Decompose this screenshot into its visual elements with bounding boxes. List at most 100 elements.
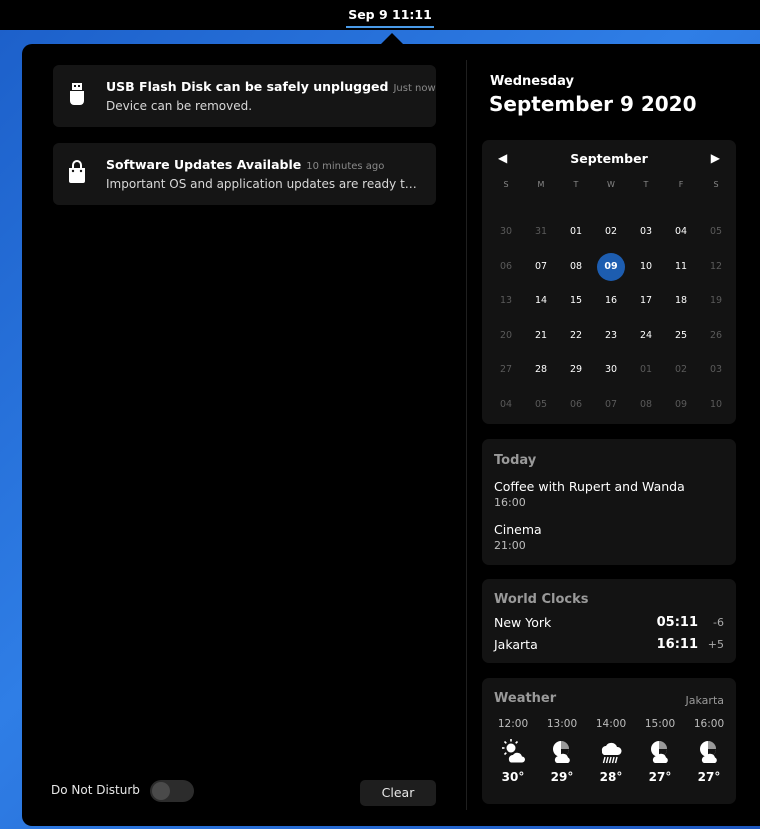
notification-time: 10 minutes ago xyxy=(306,161,385,172)
calendar-day[interactable]: 08 xyxy=(559,253,593,281)
partly-cloudy-icon xyxy=(651,741,668,763)
calendar-day[interactable]: 09 xyxy=(594,252,628,281)
calendar-day[interactable]: 22 xyxy=(559,322,593,350)
events-title: Today xyxy=(494,453,537,468)
calendar-day[interactable]: 13 xyxy=(489,287,523,315)
calendar-day[interactable]: 19 xyxy=(699,287,733,315)
forecast-temperature: 27° xyxy=(697,770,721,784)
partly-cloudy-icon xyxy=(553,741,570,763)
world-clocks-title: World Clocks xyxy=(494,592,589,607)
partly-cloudy-icon xyxy=(700,741,717,763)
calendar-day[interactable]: 03 xyxy=(629,218,663,246)
weekday-header: F xyxy=(678,180,684,189)
calendar-day[interactable]: 05 xyxy=(524,391,558,419)
calendar-day[interactable]: 28 xyxy=(524,356,558,384)
forecast-hour: 14:00 xyxy=(595,718,627,730)
weekday-header: W xyxy=(607,180,615,189)
weekday-header: T xyxy=(643,180,649,189)
calendar-day[interactable]: 05 xyxy=(699,218,733,246)
weather-card[interactable]: Weather Jakarta 12:00 30° 13:00 29° 14:00 28°… xyxy=(482,678,736,804)
calendar-day[interactable]: 10 xyxy=(699,391,733,419)
notification-time: Just now xyxy=(393,83,436,94)
clear-button[interactable]: Clear xyxy=(360,780,436,806)
top-bar: Sep 9 11:11 xyxy=(0,0,760,30)
next-month-icon[interactable]: ▶ xyxy=(711,151,720,165)
prev-month-icon[interactable]: ◀ xyxy=(498,151,507,165)
forecast-temperature: 29° xyxy=(550,770,574,784)
calendar-day[interactable]: 30 xyxy=(594,356,628,384)
calendar-day[interactable]: 01 xyxy=(629,356,663,384)
weekday-header: S xyxy=(503,180,509,189)
calendar-day[interactable]: 26 xyxy=(699,322,733,350)
forecast-temperature: 30° xyxy=(501,770,525,784)
forecast-temperature: 27° xyxy=(648,770,672,784)
notification-updates[interactable]: Software Updates Available 10 minutes ago… xyxy=(53,143,436,205)
calendar-month-label: September xyxy=(570,151,648,166)
calendar-day[interactable]: 02 xyxy=(594,218,628,246)
usb-drive-icon xyxy=(70,83,84,105)
calendar-day[interactable]: 24 xyxy=(629,322,663,350)
calendar-day[interactable]: 03 xyxy=(699,356,733,384)
world-clock-city: Jakarta xyxy=(494,637,538,652)
popover-arrow xyxy=(381,33,403,44)
calendar-day[interactable]: 07 xyxy=(594,391,628,419)
calendar-day[interactable]: 11 xyxy=(664,253,698,281)
forecast-hour: 15:00 xyxy=(644,718,676,730)
forecast-hour: 13:00 xyxy=(546,718,578,730)
calendar-day[interactable]: 04 xyxy=(489,391,523,419)
weather-forecast-item: 14:00 28° xyxy=(588,718,634,784)
event-time: 21:00 xyxy=(494,539,526,552)
world-clock-offset: -6 xyxy=(713,616,724,629)
calendar-day[interactable]: 30 xyxy=(489,218,523,246)
calendar-day[interactable]: 01 xyxy=(559,218,593,246)
calendar-day[interactable]: 17 xyxy=(629,287,663,315)
notification-title: Software Updates Available 10 minutes ago xyxy=(106,157,385,172)
calendar-day[interactable]: 06 xyxy=(489,253,523,281)
do-not-disturb-toggle[interactable] xyxy=(150,780,194,802)
event-title: Cinema xyxy=(494,522,542,537)
calendar-day[interactable]: 07 xyxy=(524,253,558,281)
calendar-day[interactable]: 08 xyxy=(629,391,663,419)
do-not-disturb-label: Do Not Disturb xyxy=(51,783,140,797)
calendar-card: September ◀ ▶ S M T W T F S 30 31 01 02 03 04 05 06 07 0… xyxy=(482,140,736,424)
calendar-day[interactable]: 16 xyxy=(594,287,628,315)
calendar-day[interactable]: 04 xyxy=(664,218,698,246)
calendar-day[interactable]: 14 xyxy=(524,287,558,315)
calendar-day[interactable]: 18 xyxy=(664,287,698,315)
full-date-label: September 9 2020 xyxy=(489,92,697,116)
weekday-label: Wednesday xyxy=(490,74,574,89)
shopping-bag-icon xyxy=(69,160,85,183)
forecast-hour: 16:00 xyxy=(693,718,725,730)
calendar-day[interactable]: 31 xyxy=(524,218,558,246)
world-clock-city: New York xyxy=(494,615,552,630)
event-time: 16:00 xyxy=(494,496,526,509)
calendar-day[interactable]: 25 xyxy=(664,322,698,350)
weekday-header: S xyxy=(713,180,719,189)
weekday-header: T xyxy=(573,180,579,189)
toggle-knob xyxy=(152,782,170,800)
event-title: Coffee with Rupert and Wanda xyxy=(494,479,685,494)
calendar-day[interactable]: 20 xyxy=(489,322,523,350)
calendar-day[interactable]: 10 xyxy=(629,253,663,281)
calendar-day[interactable]: 23 xyxy=(594,322,628,350)
calendar-day[interactable]: 29 xyxy=(559,356,593,384)
calendar-day[interactable]: 06 xyxy=(559,391,593,419)
weather-title: Weather xyxy=(494,691,557,706)
calendar-day[interactable]: 21 xyxy=(524,322,558,350)
calendar-day[interactable]: 12 xyxy=(699,253,733,281)
selected-day[interactable]: 09 xyxy=(597,252,625,281)
column-divider xyxy=(466,60,467,810)
events-card[interactable]: Today Coffee with Rupert and Wanda 16:00… xyxy=(482,439,736,565)
notification-usb[interactable]: USB Flash Disk can be safely unplugged Ju… xyxy=(53,65,436,127)
sun-cloud-icon xyxy=(502,739,525,763)
forecast-temperature: 28° xyxy=(599,770,623,784)
calendar-day[interactable]: 15 xyxy=(559,287,593,315)
clock-button[interactable]: Sep 9 11:11 xyxy=(346,4,434,28)
calendar-day[interactable]: 02 xyxy=(664,356,698,384)
world-clocks-card[interactable]: World Clocks New York 05:11 -6 Jakarta 1… xyxy=(482,579,736,663)
world-clock-time: 05:11 xyxy=(656,615,698,630)
weather-location: Jakarta xyxy=(685,694,724,707)
calendar-day[interactable]: 27 xyxy=(489,356,523,384)
calendar-day[interactable]: 09 xyxy=(664,391,698,419)
weather-forecast-item: 12:00 30° xyxy=(490,718,536,784)
